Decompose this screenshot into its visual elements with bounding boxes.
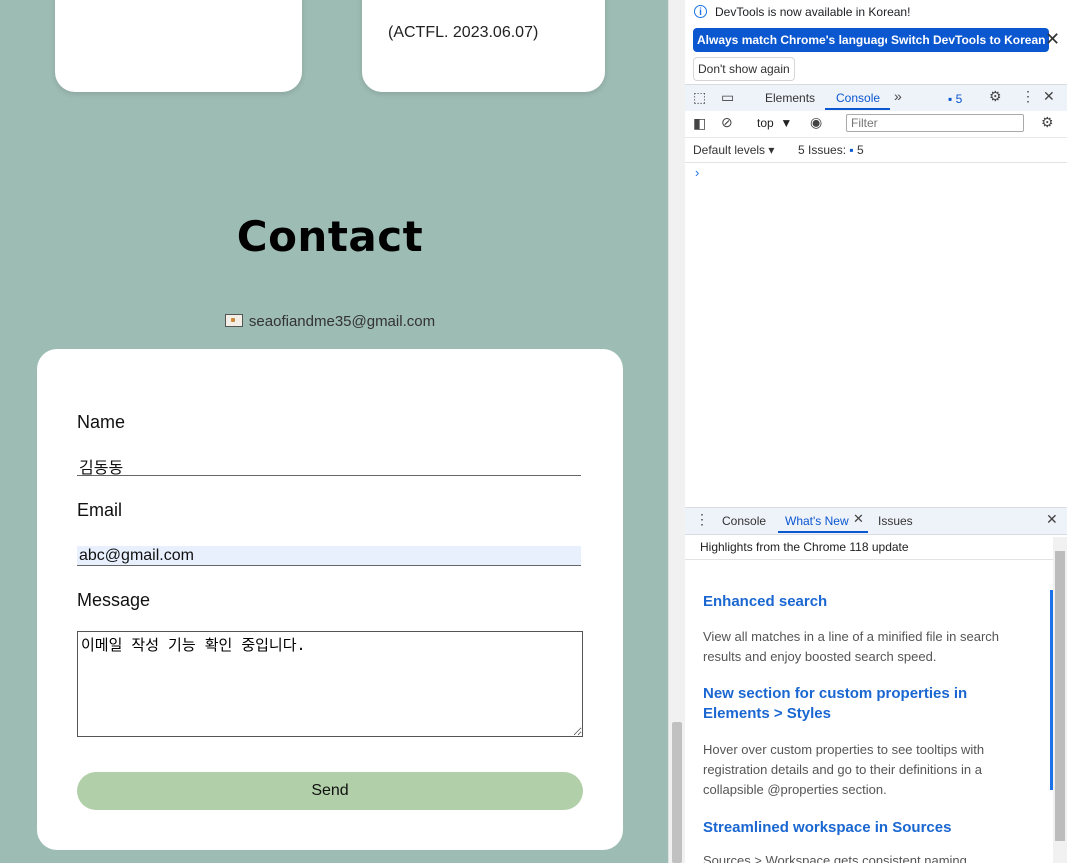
device-toolbar-icon[interactable]: ▭ xyxy=(721,89,734,106)
whatsnew-item-desc: Hover over custom properties to see tool… xyxy=(703,742,985,797)
sidebar-toggle-icon[interactable]: ◧ xyxy=(693,115,706,132)
tab-elements[interactable]: Elements xyxy=(765,91,815,105)
highlights-text: Highlights from the Chrome 118 update xyxy=(700,540,909,554)
drawer-scrollbar-thumb[interactable] xyxy=(1055,551,1065,841)
website-page: (ACTFL. 2023.06.07) Contact seaofiandme3… xyxy=(0,0,668,863)
close-devtools-icon[interactable]: ✕ xyxy=(1043,88,1055,105)
inspect-element-icon[interactable]: ⬚ xyxy=(693,89,706,106)
eye-icon[interactable]: ◉ xyxy=(810,114,822,131)
contact-title: Contact xyxy=(236,212,424,261)
console-prompt-chevron[interactable]: › xyxy=(695,165,699,180)
drawer-menu-icon[interactable]: ⋮ xyxy=(695,511,709,528)
info-icon: i xyxy=(694,5,707,18)
devtools-main-tabs: ⬚ ▭ Elements Console » ▪ 5 ⚙ ⋮ ✕ xyxy=(685,84,1067,112)
page-scrollbar-thumb[interactable] xyxy=(672,722,682,863)
active-tab-indicator xyxy=(825,108,890,110)
default-levels-dropdown[interactable]: Default levels ▾ xyxy=(693,143,774,157)
name-label: Name xyxy=(77,412,126,432)
console-levels-bar: Default levels ▾ 5 Issues: ▪ 5 xyxy=(685,137,1067,163)
email-label: Email xyxy=(77,500,123,520)
context-select[interactable]: top ▼ xyxy=(757,116,792,130)
kebab-menu-icon[interactable]: ⋮ xyxy=(1021,88,1035,105)
whatsnew-item-desc: View all matches in a line of a minified… xyxy=(703,629,1000,664)
settings-gear-icon[interactable]: ⚙ xyxy=(989,88,1002,105)
close-icon[interactable]: ✕ xyxy=(1045,29,1060,50)
infobar-text: DevTools is now available in Korean! xyxy=(715,5,911,19)
drawer-tabs: ⋮ Console What's New ✕ Issues ✕ xyxy=(685,507,1067,535)
whatsnew-item-title[interactable]: New section for custom properties in Ele… xyxy=(703,684,1003,724)
project-card-left xyxy=(55,0,302,92)
dont-show-again-button[interactable]: Don't show again xyxy=(693,57,795,81)
contact-email-text: seaofiandme35@gmail.com xyxy=(248,313,436,330)
whatsnew-item-title[interactable]: Enhanced search xyxy=(703,592,1003,612)
language-infobar: i DevTools is now available in Korean! A… xyxy=(685,0,1067,84)
console-settings-icon[interactable]: ⚙ xyxy=(1041,114,1054,131)
tab-console[interactable]: Console xyxy=(836,91,880,105)
contact-email-line: seaofiandme35@gmail.com xyxy=(0,313,660,330)
highlights-bar: Highlights from the Chrome 118 update xyxy=(685,534,1067,560)
whatsnew-content: Enhanced search View all matches in a li… xyxy=(685,560,1053,863)
page-scrollbar[interactable] xyxy=(668,0,685,863)
message-textarea[interactable]: 이메일 작성 기능 확인 중입니다. xyxy=(77,631,583,737)
issues-badge[interactable]: ▪ 5 xyxy=(948,92,962,106)
contact-form: Name Email Message 이메일 작성 기능 확인 중입니다. Se… xyxy=(37,349,623,850)
more-tabs-icon[interactable]: » xyxy=(894,88,902,104)
console-toolbar: ◧ ⊘ top ▼ ◉ ⚙ xyxy=(685,111,1067,138)
email-input[interactable] xyxy=(77,546,581,566)
issues-count[interactable]: 5 Issues: ▪ 5 xyxy=(798,143,864,157)
console-filter-input[interactable] xyxy=(846,114,1024,132)
close-whatsnew-icon[interactable]: ✕ xyxy=(853,511,864,527)
match-language-button[interactable]: Always match Chrome's language xyxy=(693,28,896,52)
drawer-scrollbar[interactable] xyxy=(1053,537,1067,863)
drawer-tab-issues[interactable]: Issues xyxy=(878,514,913,528)
whatsnew-item-desc: Sources > Workspace gets consistent nami… xyxy=(703,853,967,863)
clear-console-icon[interactable]: ⊘ xyxy=(721,114,733,131)
switch-korean-button[interactable]: Switch DevTools to Korean xyxy=(887,28,1050,52)
close-drawer-icon[interactable]: ✕ xyxy=(1046,511,1058,528)
send-button[interactable]: Send xyxy=(77,772,583,810)
mail-icon xyxy=(224,314,243,327)
message-label: Message xyxy=(77,590,151,610)
devtools-panel: i DevTools is now available in Korean! A… xyxy=(685,0,1067,863)
active-drawer-tab-indicator xyxy=(778,531,868,533)
project-card-right: (ACTFL. 2023.06.07) xyxy=(362,0,605,92)
name-input[interactable] xyxy=(77,456,581,476)
drawer-tab-whatsnew[interactable]: What's New xyxy=(785,514,849,528)
whatsnew-item-title[interactable]: Streamlined workspace in Sources xyxy=(703,818,1003,838)
card-date-text: (ACTFL. 2023.06.07) xyxy=(388,24,539,41)
drawer-tab-console[interactable]: Console xyxy=(722,514,766,528)
